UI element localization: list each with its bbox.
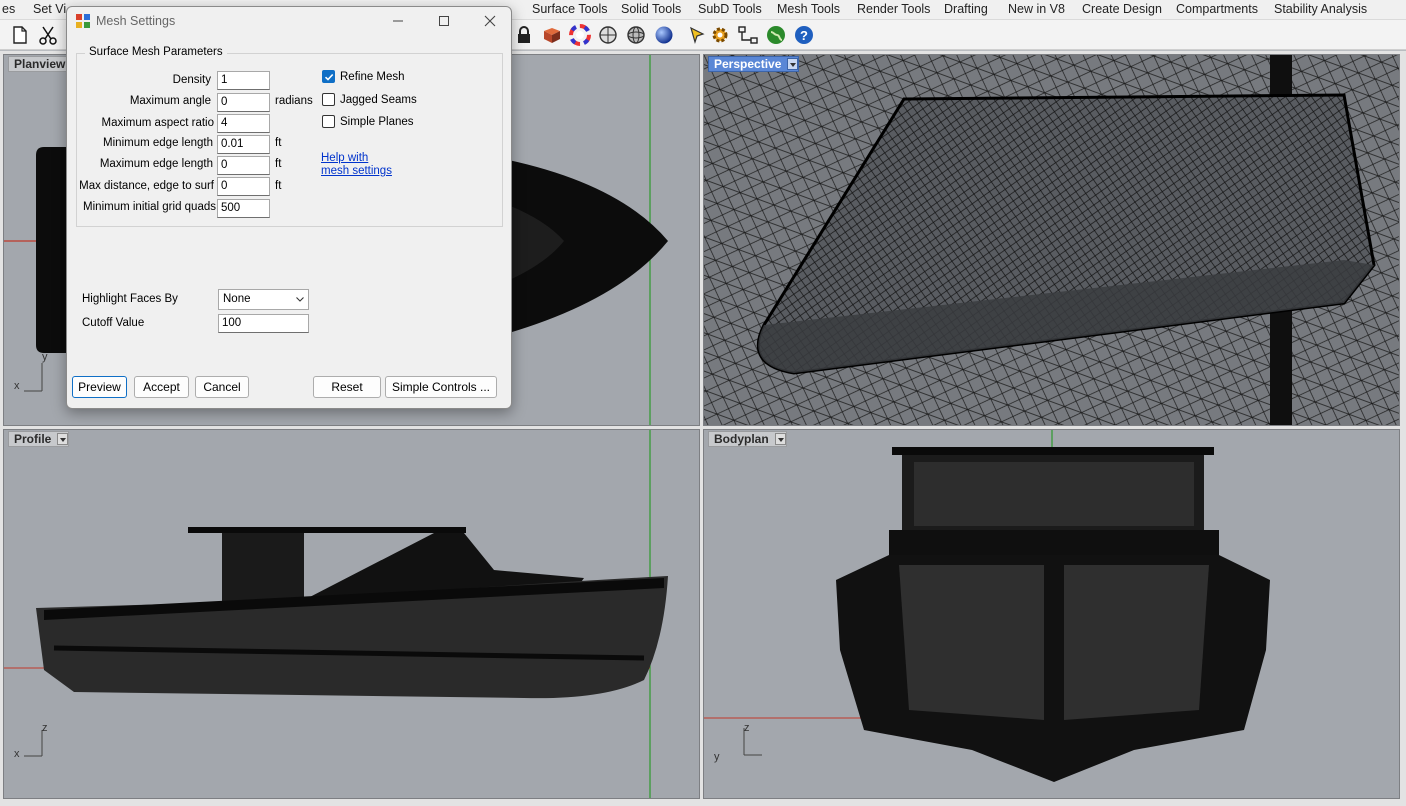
help-icon[interactable]: ?: [792, 23, 816, 47]
tab-new-in-v8[interactable]: New in V8: [1008, 2, 1065, 16]
refine-mesh-label: Refine Mesh: [340, 70, 405, 83]
density-input[interactable]: 1: [217, 71, 270, 90]
max-distance-edge-to-surf-unit: ft: [275, 180, 282, 192]
axis-label-z: z: [744, 722, 750, 734]
viewport-label-profile[interactable]: Profile: [8, 431, 70, 447]
wire-sphere-icon[interactable]: [624, 23, 648, 47]
bodyplan-scene: [704, 430, 1270, 782]
color-wheel-icon[interactable]: [568, 23, 592, 47]
settings-gear-icon[interactable]: [708, 23, 732, 47]
chevron-down-icon[interactable]: [787, 58, 799, 70]
jagged-seams-label: Jagged Seams: [340, 93, 417, 106]
svg-text:?: ?: [800, 28, 808, 43]
app-icon: [76, 14, 90, 28]
sphere-icon[interactable]: [596, 23, 620, 47]
viewport-label-perspective[interactable]: Perspective: [708, 56, 800, 72]
tab-partial-set-view[interactable]: Set Vi: [33, 2, 66, 16]
new-document-icon[interactable]: [8, 23, 32, 47]
close-icon[interactable]: [467, 7, 513, 35]
help-link-line-2: mesh settings: [321, 165, 392, 177]
checkbox-checked-icon: [322, 70, 335, 83]
axis-label-y: y: [42, 351, 48, 363]
highlight-faces-by-select[interactable]: None: [218, 289, 309, 310]
minimum-edge-length-input[interactable]: 0.01: [217, 135, 270, 154]
profile-scene: [4, 430, 668, 798]
chevron-down-icon[interactable]: [57, 433, 69, 445]
viewport-title: Planview: [14, 57, 66, 71]
simple-controls-button[interactable]: Simple Controls ...: [385, 376, 497, 398]
help-mesh-settings-link[interactable]: Help with mesh settings: [321, 152, 392, 178]
network-icon[interactable]: [736, 23, 760, 47]
maximum-edge-length-input[interactable]: 0: [217, 156, 270, 175]
max-distance-edge-to-surf-label: Max distance, edge to surf: [79, 180, 214, 192]
perspective-scene: [704, 55, 1399, 425]
chevron-down-icon: [296, 297, 304, 302]
help-link-line-1: Help with: [321, 152, 369, 164]
preview-button[interactable]: Preview: [72, 376, 127, 398]
maximum-angle-label: Maximum angle: [129, 95, 211, 107]
maximum-aspect-ratio-label: Maximum aspect ratio: [101, 117, 214, 129]
density-label: Density: [172, 74, 211, 86]
highlight-selected-value: None: [223, 293, 251, 305]
globe-icon[interactable]: [764, 23, 788, 47]
tab-compartments[interactable]: Compartments: [1176, 2, 1258, 16]
maximum-angle-input[interactable]: 0: [217, 93, 270, 112]
tab-subd-tools[interactable]: SubD Tools: [698, 2, 762, 16]
chevron-down-icon[interactable]: [774, 433, 786, 445]
render-sphere-icon[interactable]: [652, 23, 676, 47]
tab-solid-tools[interactable]: Solid Tools: [621, 2, 681, 16]
cut-icon[interactable]: [36, 23, 60, 47]
perspective-viewport[interactable]: Perspective: [703, 54, 1400, 426]
refine-mesh-checkbox[interactable]: Refine Mesh: [322, 70, 405, 83]
pen-icon[interactable]: [686, 23, 710, 47]
maximum-edge-length-label: Maximum edge length: [99, 158, 213, 170]
tab-create-design[interactable]: Create Design: [1082, 2, 1162, 16]
cutoff-value-label: Cutoff Value: [82, 317, 145, 329]
maximize-icon[interactable]: [421, 7, 467, 35]
simple-planes-label: Simple Planes: [340, 115, 414, 128]
minimum-initial-grid-quads-input[interactable]: 500: [217, 199, 270, 218]
maximum-angle-unit: radians: [275, 95, 313, 107]
tab-mesh-tools[interactable]: Mesh Tools: [777, 2, 840, 16]
viewport-title: Bodyplan: [714, 432, 769, 446]
viewport-title: Profile: [14, 432, 52, 446]
checkbox-icon: [322, 93, 335, 106]
bodyplan-viewport[interactable]: Bodyplan y z: [703, 429, 1400, 799]
minimum-edge-length-unit: ft: [275, 137, 282, 149]
minimum-edge-length-label: Minimum edge length: [103, 137, 213, 149]
tab-surface-tools[interactable]: Surface Tools: [532, 2, 608, 16]
maximum-edge-length-unit: ft: [275, 158, 282, 170]
profile-viewport[interactable]: Profile x z: [3, 429, 700, 799]
checkbox-icon: [322, 115, 335, 128]
dialog-title: Mesh Settings: [96, 14, 176, 28]
material-icon[interactable]: [540, 23, 564, 47]
highlight-faces-by-label: Highlight Faces By: [82, 293, 178, 305]
axis-label-y: y: [714, 751, 720, 763]
max-distance-edge-to-surf-input[interactable]: 0: [217, 177, 270, 196]
tab-partial-1[interactable]: es: [2, 2, 15, 16]
axis-label-x: x: [14, 748, 20, 760]
mesh-settings-dialog: Mesh Settings Surface Mesh Parameters De…: [66, 6, 512, 409]
accept-button[interactable]: Accept: [134, 376, 189, 398]
tab-stability-analysis[interactable]: Stability Analysis: [1274, 2, 1367, 16]
cutoff-value-input[interactable]: 100: [218, 314, 309, 333]
jagged-seams-checkbox[interactable]: Jagged Seams: [322, 93, 417, 106]
lock-icon[interactable]: [512, 23, 536, 47]
reset-button[interactable]: Reset: [313, 376, 381, 398]
simple-planes-checkbox[interactable]: Simple Planes: [322, 115, 414, 128]
axis-label-x: x: [14, 380, 20, 392]
viewport-label-bodyplan[interactable]: Bodyplan: [708, 431, 787, 447]
minimum-initial-grid-quads-label: Minimum initial grid quads: [83, 201, 216, 213]
viewport-label-planview[interactable]: Planview: [8, 56, 72, 72]
minimize-icon[interactable]: [375, 7, 421, 35]
tab-drafting[interactable]: Drafting: [944, 2, 988, 16]
maximum-aspect-ratio-input[interactable]: 4: [217, 114, 270, 133]
viewport-title: Perspective: [714, 57, 782, 71]
group-label: Surface Mesh Parameters: [85, 46, 227, 58]
axis-label-z: z: [42, 722, 48, 734]
cancel-button[interactable]: Cancel: [195, 376, 249, 398]
dialog-titlebar[interactable]: Mesh Settings: [67, 7, 511, 35]
tab-render-tools[interactable]: Render Tools: [857, 2, 930, 16]
